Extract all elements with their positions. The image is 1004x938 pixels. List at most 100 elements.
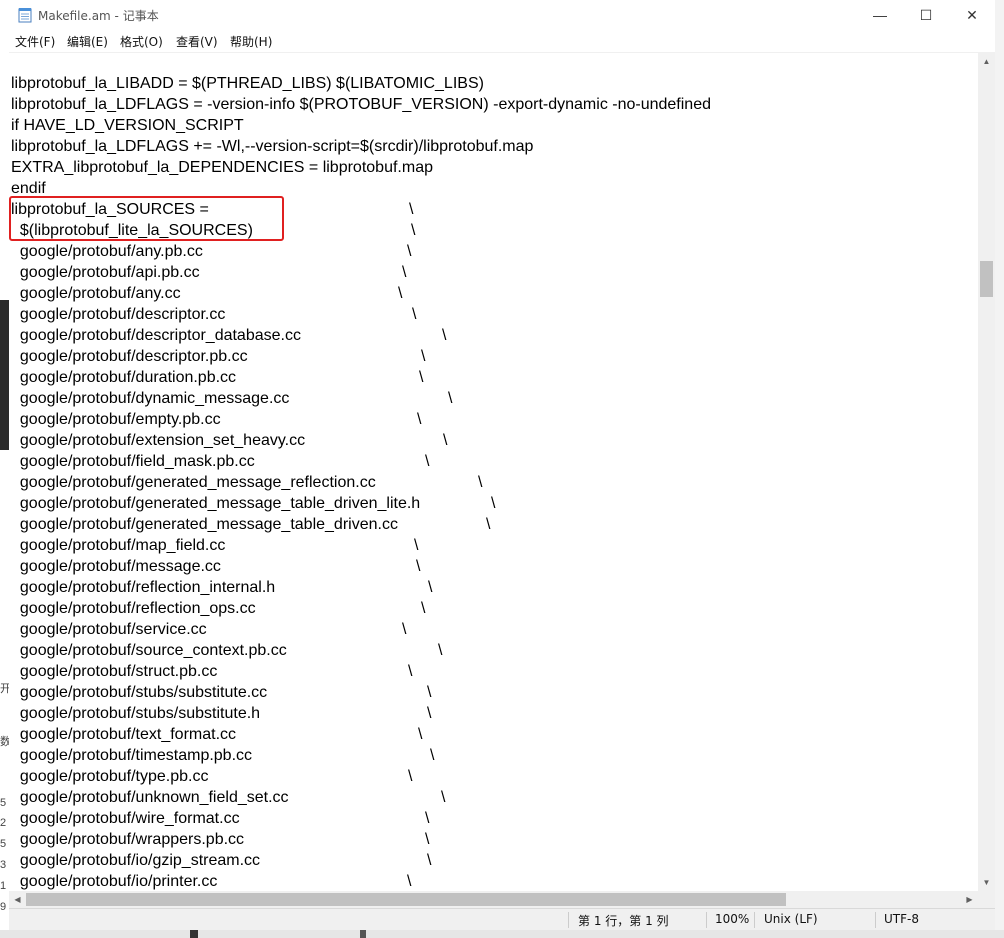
line-continuation: \ <box>414 537 419 554</box>
scroll-down-arrow-icon[interactable]: ▼ <box>978 874 995 891</box>
line-continuation: \ <box>419 369 424 386</box>
editor-line-text: google/protobuf/reflection_ops.cc <box>11 600 256 617</box>
scroll-right-arrow-icon[interactable]: ▶ <box>961 891 978 908</box>
status-separator <box>568 912 569 928</box>
horizontal-scrollbar[interactable]: ◀ ▶ <box>9 891 978 908</box>
editor-line-text: google/protobuf/any.cc <box>11 285 181 302</box>
menu-bar: 文件(F) 编辑(E) 格式(O) 查看(V) 帮助(H) <box>9 30 995 53</box>
background-dark-block <box>360 930 366 938</box>
line-continuation: \ <box>428 579 433 596</box>
vertical-scroll-thumb[interactable] <box>980 261 993 297</box>
line-continuation: \ <box>425 453 430 470</box>
line-continuation: \ <box>441 789 446 806</box>
status-separator <box>875 912 876 928</box>
background-right-strip <box>995 0 1004 930</box>
horizontal-scroll-thumb[interactable] <box>26 893 786 906</box>
menu-format[interactable]: 格式(O) <box>120 33 163 50</box>
background-glyph: 5 <box>0 797 7 809</box>
menu-help[interactable]: 帮助(H) <box>230 33 272 50</box>
editor-line-text: google/protobuf/empty.pb.cc <box>11 411 221 428</box>
editor-line-text: google/protobuf/type.pb.cc <box>11 768 209 785</box>
editor-line-text: google/protobuf/wrappers.pb.cc <box>11 831 245 848</box>
editor-line-text: google/protobuf/stubs/substitute.h <box>11 705 261 722</box>
line-continuation: \ <box>438 642 443 659</box>
maximize-button[interactable]: ☐ <box>903 0 949 30</box>
line-continuation: \ <box>421 600 426 617</box>
menu-edit[interactable]: 编辑(E) <box>67 33 108 50</box>
scroll-left-arrow-icon[interactable]: ◀ <box>9 891 26 908</box>
status-separator <box>706 912 707 928</box>
background-window-strip: 开 数 5 2 5 3 1 9 <box>0 0 9 938</box>
background-glyph: 9 <box>0 901 7 913</box>
editor-line-text: google/protobuf/source_context.pb.cc <box>11 642 287 659</box>
status-separator <box>754 912 755 928</box>
vertical-scrollbar[interactable]: ▲ ▼ <box>978 53 995 891</box>
editor-line-text: google/protobuf/io/gzip_stream.cc <box>11 852 261 869</box>
status-line-ending: Unix (LF) <box>764 912 818 926</box>
background-glyph: 3 <box>0 859 7 871</box>
editor-line-text: google/protobuf/io/printer.cc <box>11 873 218 890</box>
line-continuation: \ <box>421 348 426 365</box>
line-continuation: \ <box>427 705 432 722</box>
line-continuation: \ <box>408 663 413 680</box>
line-continuation: \ <box>408 768 413 785</box>
background-dark-block <box>190 930 198 938</box>
editor-line-text: google/protobuf/field_mask.pb.cc <box>11 453 255 470</box>
line-continuation: \ <box>402 621 407 638</box>
editor-line-text: google/protobuf/generated_message_table_… <box>11 495 421 512</box>
editor-line-text: google/protobuf/timestamp.pb.cc <box>11 747 253 764</box>
editor-line-text: google/protobuf/generated_message_table_… <box>11 516 398 533</box>
editor-line-text: endif <box>11 180 46 197</box>
scrollbar-corner <box>978 891 995 908</box>
background-glyph: 开 <box>0 683 9 695</box>
line-continuation: \ <box>417 411 422 428</box>
menu-file[interactable]: 文件(F) <box>15 33 55 50</box>
line-continuation: \ <box>407 243 412 260</box>
editor-line-text: google/protobuf/reflection_internal.h <box>11 579 276 596</box>
line-continuation: \ <box>442 327 447 344</box>
close-icon: ✕ <box>966 6 978 23</box>
line-continuation: \ <box>427 852 432 869</box>
close-button[interactable]: ✕ <box>949 0 995 30</box>
status-zoom: 100% <box>715 912 750 926</box>
editor-line-text: libprotobuf_la_LDFLAGS += -Wl,--version-… <box>11 138 534 155</box>
minimize-icon: — <box>873 7 887 23</box>
editor-line-text: google/protobuf/api.pb.cc <box>11 264 200 281</box>
editor-line-text: google/protobuf/any.pb.cc <box>11 243 203 260</box>
menu-view[interactable]: 查看(V) <box>176 33 218 50</box>
status-bar: 第 1 行，第 1 列 100% Unix (LF) UTF-8 <box>9 908 995 930</box>
background-taskbar <box>0 930 1004 938</box>
editor-line-text: google/protobuf/struct.pb.cc <box>11 663 218 680</box>
line-continuation: \ <box>486 516 491 533</box>
editor-line-text: google/protobuf/duration.pb.cc <box>11 369 237 386</box>
editor-line-text: google/protobuf/service.cc <box>11 621 207 638</box>
editor-line-text: google/protobuf/message.cc <box>11 558 221 575</box>
editor-line-text: libprotobuf_la_LIBADD = $(PTHREAD_LIBS) … <box>11 75 484 92</box>
line-continuation: \ <box>427 684 432 701</box>
line-continuation: \ <box>412 306 417 323</box>
notepad-app-icon <box>18 8 32 23</box>
line-continuation: \ <box>407 873 412 890</box>
editor-line-text: google/protobuf/generated_message_reflec… <box>11 474 376 491</box>
title-bar[interactable]: Makefile.am - 记事本 — ☐ ✕ <box>9 0 995 30</box>
line-continuation: \ <box>411 222 416 239</box>
status-encoding: UTF-8 <box>884 912 919 926</box>
editor-line-text: google/protobuf/descriptor.pb.cc <box>11 348 248 365</box>
line-continuation: \ <box>425 831 430 848</box>
text-editor[interactable]: libprotobuf_la_LIBADD = $(PTHREAD_LIBS) … <box>9 53 978 891</box>
line-continuation: \ <box>409 201 414 218</box>
line-continuation: \ <box>402 264 407 281</box>
editor-line-text: libprotobuf_la_LDFLAGS = -version-info $… <box>11 96 711 113</box>
scroll-up-arrow-icon[interactable]: ▲ <box>978 53 995 70</box>
minimize-button[interactable]: — <box>857 0 903 30</box>
background-glyph: 1 <box>0 880 7 892</box>
editor-line-text: google/protobuf/descriptor.cc <box>11 306 226 323</box>
line-continuation: \ <box>443 432 448 449</box>
window-title: Makefile.am - 记事本 <box>38 9 159 23</box>
editor-line-text: if HAVE_LD_VERSION_SCRIPT <box>11 117 244 134</box>
editor-line-text: google/protobuf/map_field.cc <box>11 537 226 554</box>
editor-line-text: $(libprotobuf_lite_la_SOURCES) <box>11 222 253 239</box>
editor-line-text: google/protobuf/descriptor_database.cc <box>11 327 301 344</box>
editor-line-text: google/protobuf/extension_set_heavy.cc <box>11 432 306 449</box>
editor-line-text: google/protobuf/text_format.cc <box>11 726 237 743</box>
